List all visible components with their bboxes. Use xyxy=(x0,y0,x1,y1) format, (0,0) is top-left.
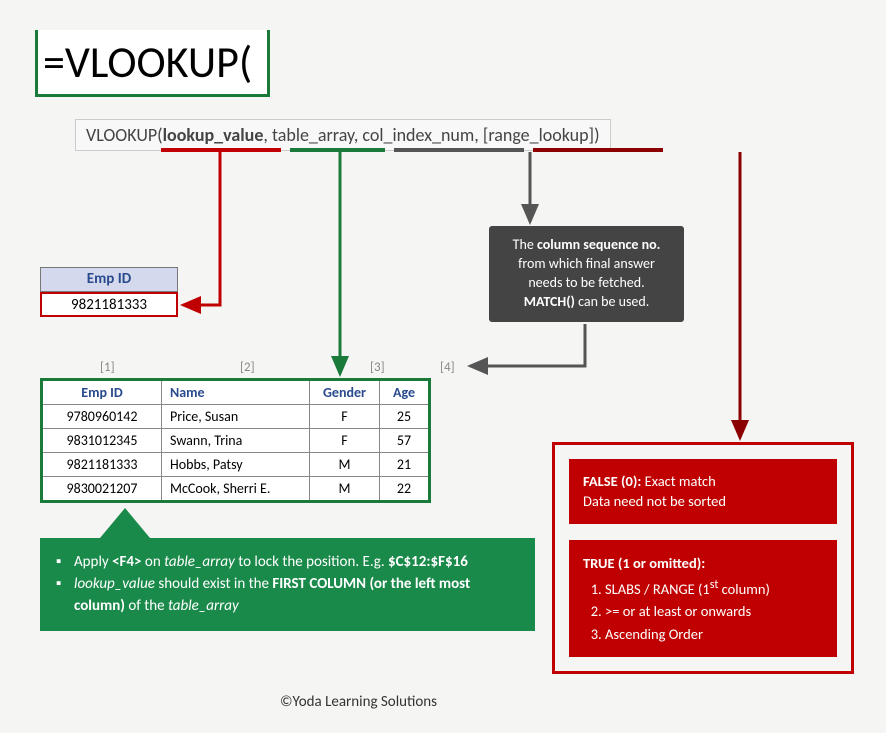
table-row: 9821181333Hobbs, PatsyM21 xyxy=(42,453,430,477)
table-array-tips: Apply <F4> on table_array to lock the po… xyxy=(40,538,535,631)
empid-value-cell[interactable]: 9821181333 xyxy=(40,292,178,317)
syntax-tooltip: VLOOKUP(lookup_value, table_array, col_i… xyxy=(75,119,611,151)
th-name: Name xyxy=(162,380,310,405)
th-age: Age xyxy=(380,380,430,405)
range-lookup-explanation: FALSE (0): Exact match Data need not be … xyxy=(552,442,854,674)
underline-table-array xyxy=(290,148,385,152)
false-match-info: FALSE (0): Exact match Data need not be … xyxy=(569,459,837,524)
table-row: 9780960142Price, SusanF25 xyxy=(42,405,430,429)
employee-data-table: Emp ID Name Gender Age 9780960142Price, … xyxy=(40,378,431,503)
green-callout-pointer xyxy=(100,508,150,538)
copyright-text: ©Yoda Learning Solutions xyxy=(280,693,437,711)
empid-header-cell: Emp ID xyxy=(40,267,178,292)
table-header-row: Emp ID Name Gender Age xyxy=(42,380,430,405)
underline-range-lookup xyxy=(533,148,663,152)
formula-input-box[interactable]: =VLOOKUP( xyxy=(35,30,270,97)
th-empid: Emp ID xyxy=(42,380,162,405)
col-index-explanation: The column sequence no. from which final… xyxy=(489,226,684,322)
syntax-fn: VLOOKUP( xyxy=(86,124,163,146)
syntax-arg-table: table_array xyxy=(272,124,354,146)
true-match-info: TRUE (1 or omitted): SLABS / RANGE (1st … xyxy=(569,540,837,658)
syntax-arg-col: col_index_num xyxy=(362,124,474,146)
syntax-arg-lookup: lookup_value xyxy=(163,124,264,146)
syntax-arg-range: [range_lookup] xyxy=(483,124,594,146)
table-row: 9830021207McCook, Sherri E.M22 xyxy=(42,477,430,502)
underline-col-index xyxy=(394,148,524,152)
underline-lookup-value xyxy=(161,148,281,152)
table-row: 9831012345Swann, TrinaF57 xyxy=(42,429,430,453)
th-gender: Gender xyxy=(310,380,380,405)
formula-text: =VLOOKUP( xyxy=(43,35,252,89)
